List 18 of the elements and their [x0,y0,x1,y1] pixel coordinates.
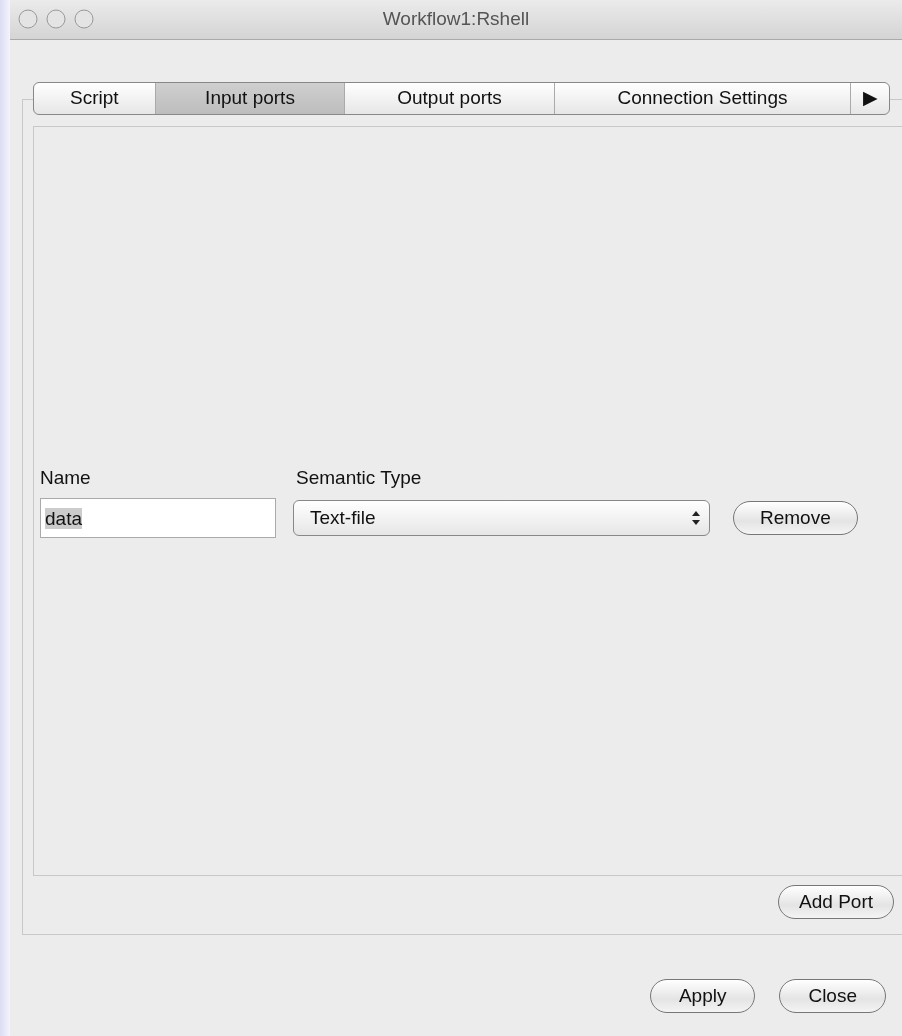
column-header: Name [40,465,92,490]
add-port-button[interactable]: Add Port [778,885,894,919]
column-header: Semantic Type [296,465,423,490]
dialog-button[interactable]: Close [779,979,886,1013]
window-control-icon[interactable] [18,9,38,29]
tab[interactable]: Connection Settings [554,83,852,114]
window-control-icon[interactable] [46,9,66,29]
tab-scroll-button[interactable]: ▶ [851,83,889,114]
tab[interactable]: Output ports [345,83,555,114]
window-title: Workflow1:Rshell [382,7,530,32]
semantic-type-dropdown[interactable]: Text-file [293,500,710,537]
remove-button[interactable]: Remove [733,501,858,536]
stepper-arrows-icon [691,510,701,527]
name-field[interactable]: data [40,498,276,539]
tab[interactable]: Input ports [155,83,346,114]
window-control-icon[interactable] [74,9,94,29]
dialog-button[interactable]: Apply [649,979,756,1013]
tab[interactable]: Script [34,83,156,114]
